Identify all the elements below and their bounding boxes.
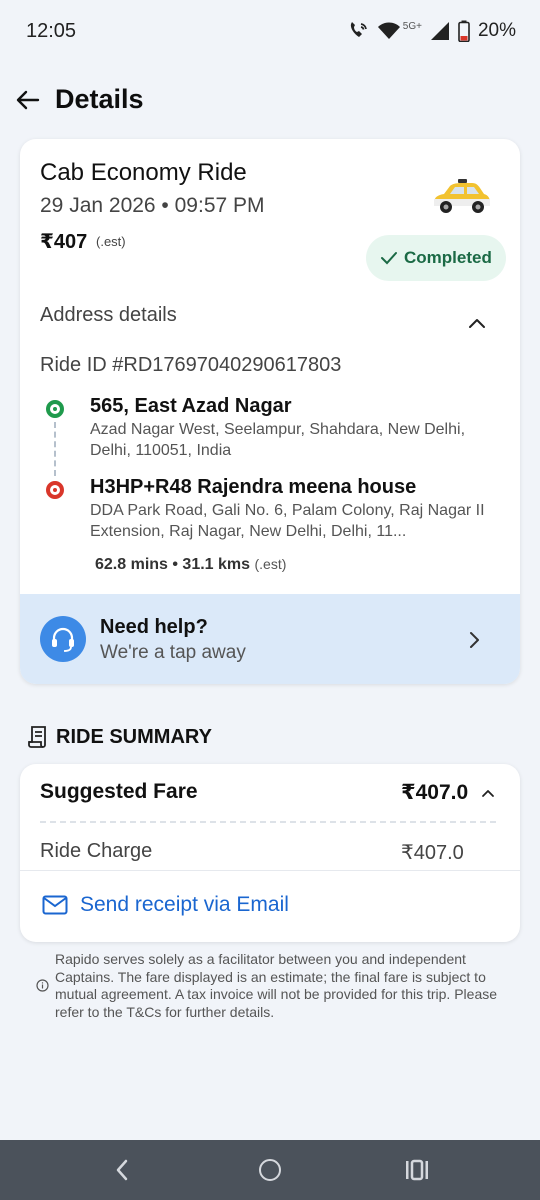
status-time: 12:05 — [26, 19, 77, 42]
system-nav-bar — [0, 1140, 540, 1200]
mail-icon — [42, 895, 68, 915]
fare-card: Suggested Fare ₹407.0 Ride Charge ₹407.0… — [20, 764, 520, 942]
page-header: Details — [0, 74, 540, 126]
battery-icon — [458, 20, 470, 42]
wifi-calling-icon — [350, 22, 367, 37]
drop-dot-icon — [46, 481, 64, 499]
address-details-header[interactable]: Address details — [40, 304, 177, 327]
suggested-fare-label[interactable]: Suggested Fare — [40, 780, 198, 804]
wifi-icon — [377, 22, 400, 39]
ride-charge-label: Ride Charge — [40, 840, 153, 862]
trip-stats-value: 62.8 mins • 31.1 kms — [95, 556, 251, 573]
trip-stats: 62.8 mins • 31.1 kms (.est) — [95, 556, 286, 574]
ride-summary-title: RIDE SUMMARY — [56, 725, 212, 748]
ride-summary-heading: RIDE SUMMARY — [28, 723, 212, 751]
status-bar: 12:05 5G+ 20% — [0, 0, 540, 62]
arrow-left-icon[interactable] — [14, 86, 42, 114]
signal-icon — [430, 22, 449, 40]
network-type: 5G+ — [402, 20, 422, 32]
drop-title: H3HP+R48 Rajendra meena house — [90, 476, 417, 498]
dashed-divider — [40, 821, 496, 823]
chevron-up-icon[interactable] — [481, 788, 495, 798]
info-icon — [36, 979, 49, 992]
help-subtitle: We're a tap away — [100, 642, 246, 663]
nav-back-icon[interactable] — [114, 1158, 130, 1182]
status-badge-label: Completed — [404, 248, 492, 267]
help-row[interactable]: Need help? We're a tap away — [20, 594, 520, 684]
pickup-dot-icon — [46, 400, 64, 418]
check-icon — [381, 252, 397, 265]
cab-car-icon — [434, 179, 490, 213]
headset-icon — [40, 616, 86, 662]
disclaimer-text: Rapido serves solely as a facilitator be… — [55, 951, 498, 1020]
send-receipt-label: Send receipt via Email — [80, 893, 289, 916]
ride-title: Cab Economy Ride — [40, 159, 247, 186]
ride-fare-note: (.est) — [96, 234, 126, 249]
chevron-up-icon[interactable] — [468, 317, 486, 329]
suggested-fare-value: ₹407.0 — [401, 781, 469, 804]
nav-recents-icon[interactable] — [405, 1159, 429, 1181]
drop-address: DDA Park Road, Gali No. 6, Palam Colony,… — [90, 502, 485, 540]
ride-fare: ₹407 — [40, 231, 88, 253]
pickup-address: Azad Nagar West, Seelampur, Shahdara, Ne… — [90, 421, 466, 459]
receipt-icon — [28, 726, 46, 748]
status-badge: Completed — [366, 235, 506, 281]
pickup-title: 565, East Azad Nagar — [90, 395, 292, 417]
status-icons: 5G+ 20% — [347, 20, 516, 42]
help-title: Need help? — [100, 616, 208, 638]
send-receipt-button[interactable]: Send receipt via Email — [20, 871, 520, 942]
trip-stats-note: (.est) — [254, 556, 287, 572]
ride-details-card: Cab Economy Ride 29 Jan 2026 • 09:57 PM … — [20, 139, 520, 684]
ride-datetime: 29 Jan 2026 • 09:57 PM — [40, 194, 265, 217]
ride-id: Ride ID #RD17697040290617803 — [40, 354, 342, 376]
route-line — [54, 422, 56, 476]
nav-home-icon[interactable] — [259, 1159, 281, 1181]
ride-charge-value: ₹407.0 — [401, 842, 464, 864]
page-title: Details — [55, 84, 144, 114]
chevron-right-icon — [470, 632, 479, 648]
battery-percent: 20% — [477, 20, 516, 41]
